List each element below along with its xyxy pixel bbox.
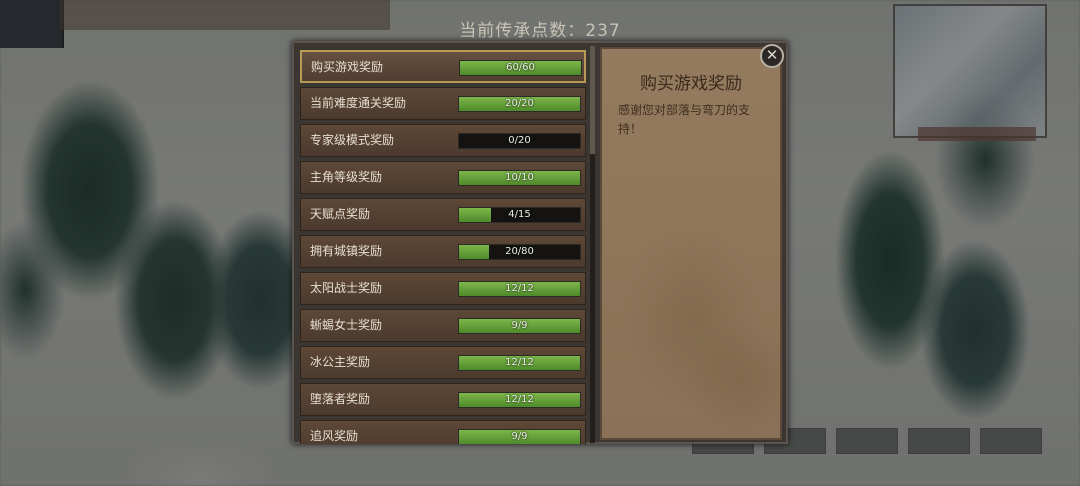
reward-label: 天赋点奖励 bbox=[310, 207, 371, 221]
reward-row[interactable]: 太阳战士奖励 12/12 bbox=[300, 272, 586, 305]
progress-text: 20/80 bbox=[505, 246, 534, 257]
progress-text: 10/10 bbox=[505, 172, 534, 183]
reward-label: 购买游戏奖励 bbox=[311, 60, 384, 74]
close-icon[interactable]: ✕ bbox=[760, 44, 784, 68]
reward-label: 冰公主奖励 bbox=[310, 355, 371, 369]
progress-text: 20/20 bbox=[505, 98, 534, 109]
reward-progress-bar: 60/60 bbox=[459, 60, 582, 76]
reward-progress-bar: 9/9 bbox=[458, 318, 581, 334]
reward-progress-bar: 9/9 bbox=[458, 429, 581, 444]
reward-progress-bar: 20/80 bbox=[458, 244, 581, 260]
reward-progress-bar: 0/20 bbox=[458, 133, 581, 149]
reward-label: 堕落者奖励 bbox=[310, 392, 371, 406]
reward-label: 专家级模式奖励 bbox=[310, 133, 395, 147]
reward-row[interactable]: 专家级模式奖励 0/20 bbox=[300, 124, 586, 157]
reward-row[interactable]: 购买游戏奖励 60/60 bbox=[300, 50, 586, 83]
reward-row[interactable]: 当前难度通关奖励 20/20 bbox=[300, 87, 586, 120]
reward-progress-bar: 4/15 bbox=[458, 207, 581, 223]
reward-row[interactable]: 主角等级奖励 10/10 bbox=[300, 161, 586, 194]
reward-progress-bar: 10/10 bbox=[458, 170, 581, 186]
reward-label: 当前难度通关奖励 bbox=[310, 96, 407, 110]
reward-row[interactable]: 拥有城镇奖励 20/80 bbox=[300, 235, 586, 268]
reward-label: 拥有城镇奖励 bbox=[310, 244, 383, 258]
detail-title: 购买游戏奖励 bbox=[640, 74, 742, 94]
reward-list[interactable]: 购买游戏奖励 60/60 当前难度通关奖励 20/20 专家级模式奖励 0/20 主角等级奖… bbox=[298, 46, 590, 444]
reward-progress-bar: 12/12 bbox=[458, 392, 581, 408]
reward-label: 追风奖励 bbox=[310, 429, 359, 443]
progress-text: 12/12 bbox=[505, 394, 534, 405]
reward-row[interactable]: 天赋点奖励 4/15 bbox=[300, 198, 586, 231]
reward-row[interactable]: 冰公主奖励 12/12 bbox=[300, 346, 586, 379]
progress-text: 60/60 bbox=[506, 62, 535, 73]
progress-text: 12/12 bbox=[505, 357, 534, 368]
reward-progress-bar: 20/20 bbox=[458, 96, 581, 112]
reward-progress-bar: 12/12 bbox=[458, 281, 581, 297]
reward-row[interactable]: 堕落者奖励 12/12 bbox=[300, 383, 586, 416]
progress-text: 0/20 bbox=[508, 135, 531, 146]
legacy-points-counter: 当前传承点数：237 bbox=[459, 21, 621, 41]
reward-label: 太阳战士奖励 bbox=[310, 281, 383, 295]
reward-label: 蜥蜴女士奖励 bbox=[310, 318, 383, 332]
progress-text: 9/9 bbox=[511, 320, 528, 331]
progress-text: 4/15 bbox=[508, 209, 531, 220]
detail-description: 感谢您对部落与弯刀的支持！ bbox=[618, 103, 751, 136]
progress-text: 12/12 bbox=[505, 283, 534, 294]
reward-detail-panel: 购买游戏奖励 感谢您对部落与弯刀的支持！ bbox=[600, 47, 782, 440]
reward-list-scrollbar[interactable] bbox=[590, 46, 595, 443]
reward-progress-bar: 12/12 bbox=[458, 355, 581, 371]
progress-text: 9/9 bbox=[511, 431, 528, 442]
reward-label: 主角等级奖励 bbox=[310, 170, 383, 184]
scrollbar-thumb[interactable] bbox=[590, 46, 595, 154]
reward-row[interactable]: 追风奖励 9/9 bbox=[300, 420, 586, 444]
reward-row[interactable]: 蜥蜴女士奖励 9/9 bbox=[300, 309, 586, 342]
